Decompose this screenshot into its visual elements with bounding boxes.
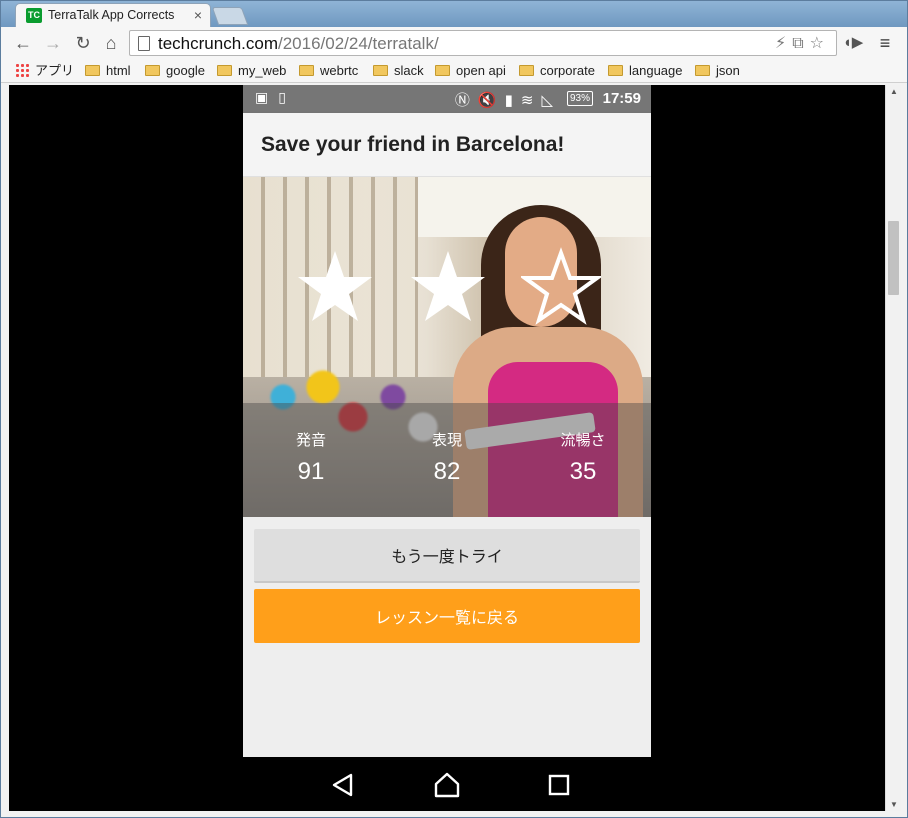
omnibox-actions: ⚡⧉☆ [775,33,830,53]
screenshot-notification-icon: ▯ [278,89,296,105]
extension-speaker-icon[interactable]: ◖▶ [841,31,865,55]
bookmark-apps[interactable]: アプリ [15,62,74,80]
lesson-result-image: 発音 91 表現 82 流暢さ 35 [243,177,651,517]
tab-strip: TC TerraTalk App Corrects × [1,1,907,27]
nfc-icon: Ⓝ [454,92,478,109]
bookmark-google[interactable]: google [145,62,205,80]
score-label: 表現 [431,431,462,449]
folder-icon [299,65,314,76]
browser-tab[interactable]: TC TerraTalk App Corrects × [15,3,211,27]
scroll-up-icon[interactable]: ▲ [890,87,898,96]
star-filled-icon [298,251,372,321]
apps-grid-icon [15,63,29,77]
address-bar[interactable]: techcrunch.com/2016/02/24/terratalk/ ⚡⧉☆ [129,30,837,56]
image-notification-icon: ▣ [255,89,279,105]
folder-icon [85,65,100,76]
wifi-icon: ≋ [520,92,542,109]
menu-icon[interactable]: ≡ [873,31,897,55]
android-status-bar: ▣▯ Ⓝ🔇▮≋◺ 93% 17:59 [243,85,651,113]
page-icon [138,36,150,51]
tab-title: TerraTalk App Corrects [48,8,175,22]
folder-icon [608,65,623,76]
forward-arrow-icon[interactable]: → [41,31,65,55]
star-outline-icon [521,247,601,325]
status-time: 17:59 [602,90,641,107]
recent-apps-icon[interactable] [545,771,573,799]
scrollbar-thumb[interactable] [888,221,899,295]
folder-icon [519,65,534,76]
bookmark-json[interactable]: json [695,62,740,80]
url-text: techcrunch.com/2016/02/24/terratalk/ [158,34,439,53]
close-tab-icon[interactable]: × [194,7,202,23]
bookmark-corporate[interactable]: corporate [519,62,595,80]
bookmark-html[interactable]: html [85,62,131,80]
page-scrollbar[interactable]: ▲ ▼ [885,85,901,811]
scroll-down-icon[interactable]: ▼ [890,800,898,809]
folder-icon [217,65,232,76]
techcrunch-favicon-icon: TC [26,8,42,23]
try-again-button[interactable]: もう一度トライ [254,529,640,583]
notification-icons: ▣▯ [255,89,296,106]
signal-icon: ◺ [541,92,561,109]
folder-icon [145,65,160,76]
system-status-icons: Ⓝ🔇▮≋◺ [455,89,561,110]
page-copy-icon[interactable]: ⧉ [792,35,809,52]
bookmark-open-api[interactable]: open api [435,62,506,80]
score-pronunciation: 発音 91 [271,429,351,486]
mute-icon: 🔇 [477,92,505,109]
home-icon[interactable]: ⌂ [99,31,123,55]
star-filled-icon [411,251,485,321]
sim-icon: ▮ [504,92,521,109]
folder-icon [373,65,388,76]
new-tab-button[interactable] [211,7,249,25]
bookmark-webrtc[interactable]: webrtc [299,62,358,80]
bookmark-language[interactable]: language [608,62,683,80]
page-viewport: ▣▯ Ⓝ🔇▮≋◺ 93% 17:59 Save your friend in B… [9,85,885,811]
back-arrow-icon[interactable]: ← [11,31,35,55]
lesson-title: Save your friend in Barcelona! [261,133,565,156]
star-rating [243,247,651,327]
bookmark-my-web[interactable]: my_web [217,62,286,80]
score-expression: 表現 82 [407,429,487,486]
folder-icon [435,65,450,76]
android-nav-bar [243,757,651,811]
browser-toolbar: ← → ↻ ⌂ techcrunch.com/2016/02/24/terrat… [1,27,907,59]
phone-screen: ▣▯ Ⓝ🔇▮≋◺ 93% 17:59 Save your friend in B… [243,85,651,811]
bookmark-slack[interactable]: slack [373,62,424,80]
back-triangle-icon[interactable] [329,771,357,799]
home-nav-icon[interactable] [433,771,461,799]
bookmark-star-icon[interactable]: ☆ [810,35,830,52]
score-fluency: 流暢さ 35 [543,429,623,486]
score-value: 91 [297,458,325,485]
browser-window: TC TerraTalk App Corrects × ← → ↻ ⌂ tech… [0,0,908,818]
score-panel: 発音 91 表現 82 流暢さ 35 [243,403,651,517]
score-value: 35 [569,458,597,485]
bookmarks-bar: アプリ html google my_web webrtc slack open… [1,59,907,83]
battery-indicator: 93% [566,91,593,106]
lightning-icon[interactable]: ⚡ [775,35,792,52]
score-value: 82 [433,458,461,485]
folder-icon [695,65,710,76]
score-label: 流暢さ [560,431,606,449]
back-to-lessons-button[interactable]: レッスン一覧に戻る [254,589,640,643]
app-bar: Save your friend in Barcelona! [243,113,651,177]
reload-icon[interactable]: ↻ [71,31,95,55]
score-label: 発音 [295,431,326,449]
